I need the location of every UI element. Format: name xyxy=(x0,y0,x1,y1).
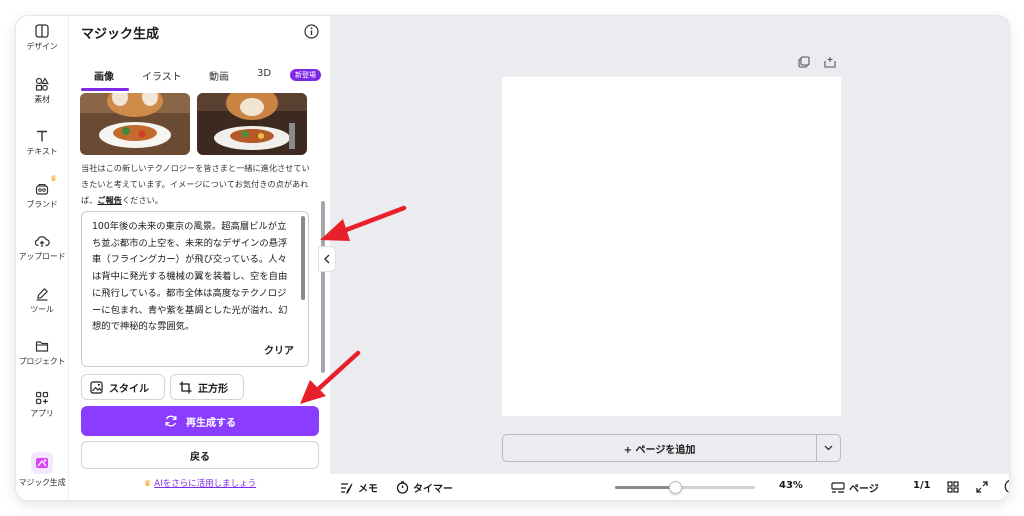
annotation-arrow xyxy=(320,205,407,241)
annotation-arrow xyxy=(300,350,361,404)
annotation-arrows xyxy=(300,205,407,404)
